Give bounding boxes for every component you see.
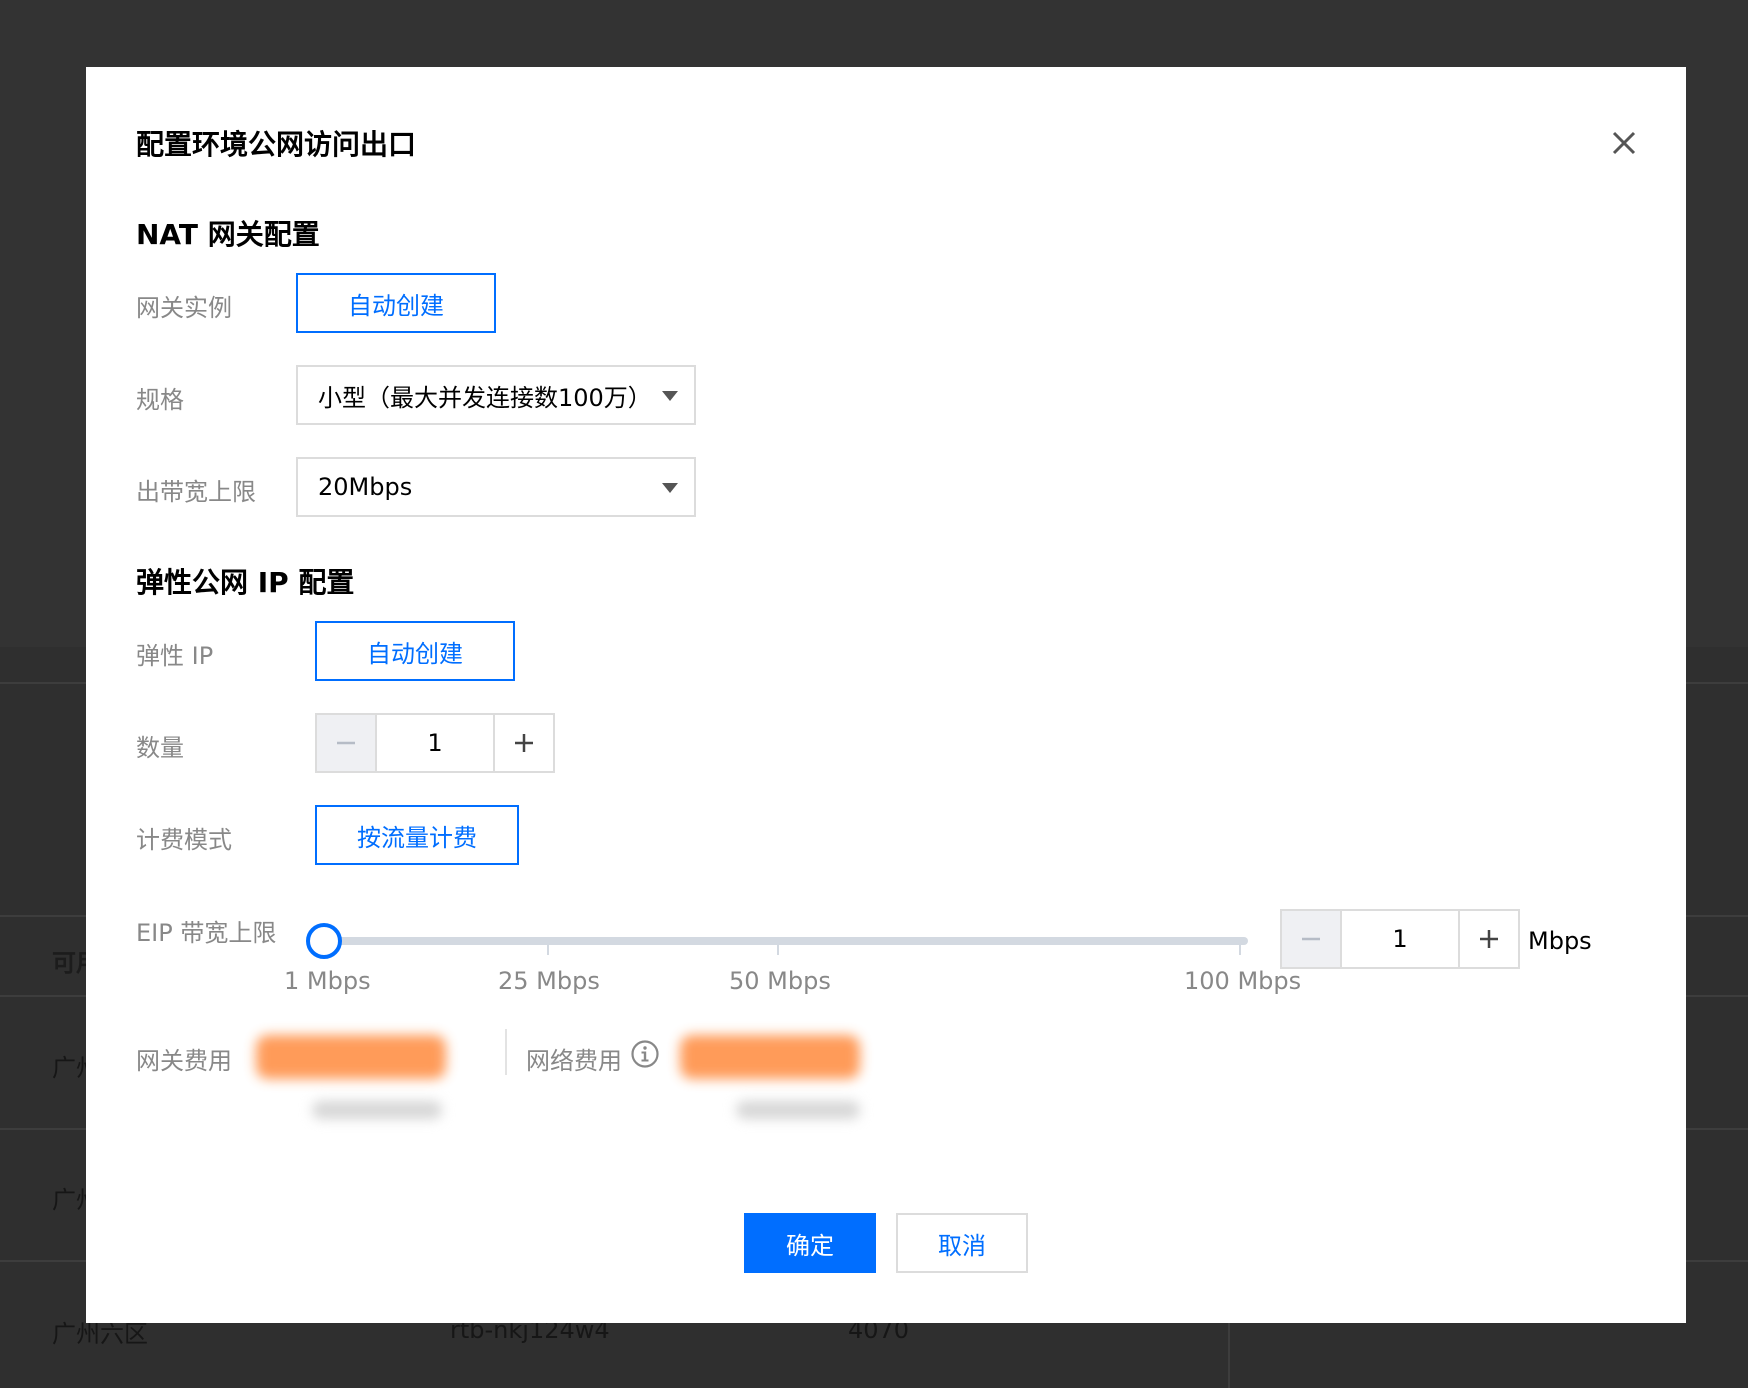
slider-tick-label: 50 Mbps <box>729 967 831 995</box>
billing-by-traffic-option[interactable]: 按流量计费 <box>315 805 519 865</box>
cancel-button[interactable]: 取消 <box>896 1213 1028 1273</box>
quantity-decrement-button[interactable] <box>317 715 377 771</box>
gateway-instance-label: 网关实例 <box>136 294 232 322</box>
info-icon[interactable] <box>630 1039 660 1069</box>
nat-section-title: NAT 网关配置 <box>136 218 320 251</box>
bandwidth-limit-select-value: 20Mbps <box>318 473 413 501</box>
eip-bandwidth-input[interactable]: 1 <box>1342 911 1458 967</box>
slider-tick <box>777 945 779 955</box>
network-fee-label: 网络费用 <box>526 1047 622 1075</box>
network-fee-unit <box>736 1101 860 1119</box>
quantity-increment-button[interactable] <box>493 715 553 771</box>
eip-section-title: 弹性公网 IP 配置 <box>136 566 355 599</box>
confirm-button[interactable]: 确定 <box>744 1213 876 1273</box>
eip-bandwidth-slider-thumb[interactable] <box>306 923 342 959</box>
quantity-input[interactable]: 1 <box>377 715 493 771</box>
eip-bandwidth-unit: Mbps <box>1528 927 1592 955</box>
gateway-instance-auto-create-option[interactable]: 自动创建 <box>296 273 496 333</box>
caret-down-icon <box>662 391 678 401</box>
bandwidth-limit-label: 出带宽上限 <box>136 478 256 506</box>
fee-divider <box>505 1029 507 1075</box>
eip-bandwidth-slider-track[interactable] <box>324 937 1248 945</box>
eip-bandwidth-limit-label: EIP 带宽上限 <box>136 919 277 947</box>
config-public-egress-dialog: 配置环境公网访问出口 NAT 网关配置 网关实例 自动创建 规格 小型（最大并发… <box>86 67 1686 1323</box>
quantity-label: 数量 <box>136 734 184 762</box>
dialog-title: 配置环境公网访问出口 <box>136 128 417 161</box>
gateway-fee-label: 网关费用 <box>136 1047 232 1075</box>
minus-icon <box>337 741 355 745</box>
eip-bandwidth-decrement-button[interactable] <box>1282 911 1342 967</box>
slider-tick-label: 100 Mbps <box>1184 967 1302 995</box>
eip-label: 弹性 IP <box>136 642 214 670</box>
minus-icon <box>1302 937 1320 941</box>
network-fee-price <box>680 1035 860 1079</box>
slider-tick-label: 1 Mbps <box>284 967 371 995</box>
close-icon <box>1612 131 1636 155</box>
gateway-fee-unit <box>312 1101 442 1119</box>
bandwidth-limit-select[interactable]: 20Mbps <box>296 457 696 517</box>
slider-tick-label: 25 Mbps <box>498 967 600 995</box>
caret-down-icon <box>662 483 678 493</box>
slider-tick <box>547 945 549 955</box>
billing-mode-label: 计费模式 <box>136 826 232 854</box>
spec-select-value: 小型（最大并发连接数100万） <box>318 383 652 412</box>
slider-tick <box>1239 945 1241 955</box>
quantity-stepper: 1 <box>315 713 555 773</box>
eip-bandwidth-stepper: 1 <box>1280 909 1520 969</box>
spec-select[interactable]: 小型（最大并发连接数100万） <box>296 365 696 425</box>
plus-icon <box>515 734 533 752</box>
eip-auto-create-option[interactable]: 自动创建 <box>315 621 515 681</box>
close-button[interactable] <box>1606 125 1642 161</box>
spec-label: 规格 <box>136 386 184 414</box>
plus-icon <box>1480 930 1498 948</box>
eip-bandwidth-increment-button[interactable] <box>1458 911 1518 967</box>
gateway-fee-price <box>256 1035 446 1079</box>
